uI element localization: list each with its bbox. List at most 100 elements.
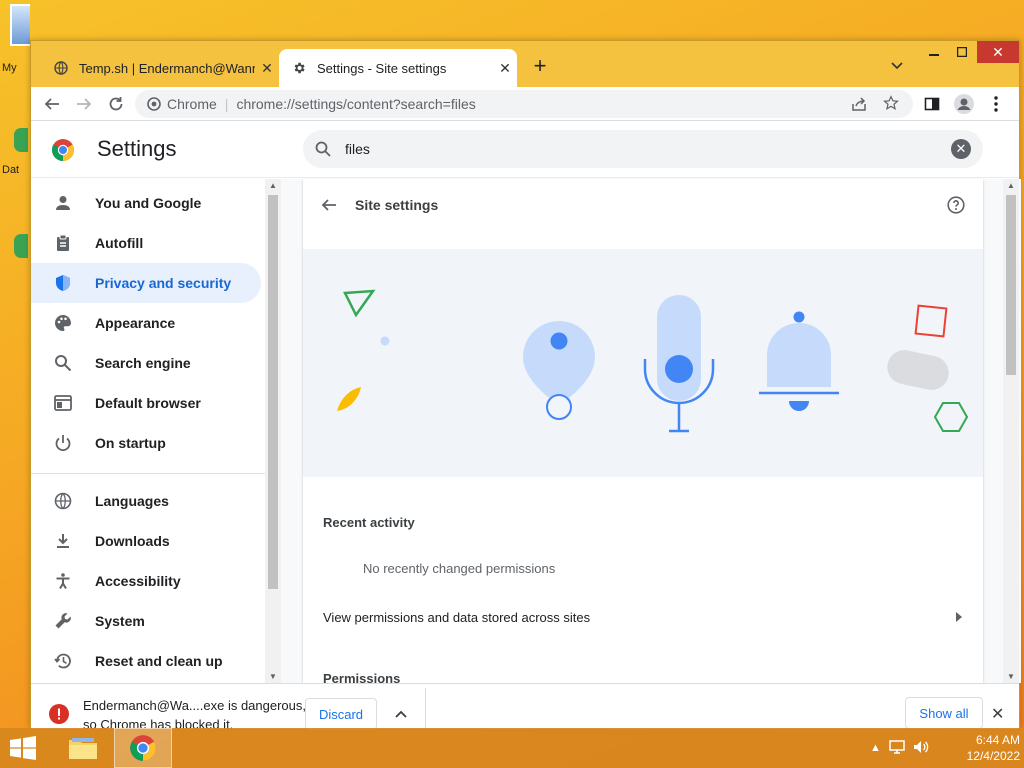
sidebar-item-languages[interactable]: Languages [31,481,261,521]
sidebar-item-label: You and Google [95,195,202,211]
sidebar-item-on-startup[interactable]: On startup [31,423,261,463]
maximize-icon [957,47,967,57]
main-scrollbar[interactable]: ▲ ▼ [1003,179,1019,683]
clear-search-button[interactable]: ✕ [951,139,971,159]
sidebar-item-search-engine[interactable]: Search engine [31,343,261,383]
sidebar-item-label: Downloads [95,533,170,549]
bookmark-star-icon[interactable] [883,95,899,114]
download-shelf: Endermanch@Wa....exe is dangerous, so Ch… [31,683,1019,732]
help-icon[interactable] [947,196,965,214]
accessibility-icon [53,571,73,591]
chrome-menu-button[interactable] [985,93,1007,115]
volume-icon[interactable] [913,740,929,757]
discard-button[interactable]: Discard [305,698,377,730]
site-settings-header: Site settings [303,179,983,231]
side-panel-button[interactable] [921,93,943,115]
view-permissions-label: View permissions and data stored across … [323,609,591,625]
arrow-left-icon [44,98,59,110]
side-panel-icon [924,97,940,111]
tab-title: Settings - Site settings [317,60,447,76]
view-permissions-link[interactable]: View permissions and data stored across … [323,605,963,629]
scroll-down-icon[interactable]: ▼ [1003,672,1019,681]
back-arrow-icon[interactable] [321,197,337,213]
sidebar-item-label: Search engine [95,355,191,371]
sidebar-item-label: Appearance [95,315,176,331]
sidebar-item-system[interactable]: System [31,601,261,641]
download-icon [53,531,73,551]
tab-search-button[interactable] [889,57,905,75]
minimize-button[interactable] [921,41,947,63]
shield-icon [53,273,73,293]
sidebar-item-appearance[interactable]: Appearance [31,303,261,343]
arrow-right-icon [77,98,92,110]
tab-title: Temp.sh | Endermanch@WannaCry [79,60,255,76]
desktop-icon-my-computer[interactable]: My [0,4,30,76]
maximize-button[interactable] [949,41,975,63]
scrollbar-thumb[interactable] [1006,195,1016,375]
minimize-icon [929,54,939,56]
clock[interactable]: 6:44 AM 12/4/2022 [940,732,1020,764]
reload-button[interactable] [105,93,127,115]
scroll-up-icon[interactable]: ▲ [1003,181,1019,190]
show-all-downloads-button[interactable]: Show all [905,697,983,729]
folder-icon [69,738,97,759]
omnibox-scheme-label: Chrome [167,96,217,112]
omnibox-separator: | [224,96,229,112]
settings-sidebar: You and Google Autofill Privacy and secu… [31,179,281,683]
sidebar-item-label: Default browser [95,395,201,411]
warning-icon [49,704,69,729]
search-input[interactable]: files [345,141,951,157]
clipboard-icon [53,233,73,253]
address-bar[interactable]: Chrome | chrome://settings/content?searc… [135,90,913,118]
close-download-bar-button[interactable]: ✕ [991,704,1004,724]
network-icon[interactable] [889,739,905,757]
download-item-divider [425,688,426,728]
chrome-icon [130,735,156,761]
sidebar-item-label: Privacy and security [95,275,232,291]
tab-settings[interactable]: Settings - Site settings ✕ [279,49,517,87]
download-options-button[interactable] [391,704,411,724]
sidebar-item-downloads[interactable]: Downloads [31,521,261,561]
sidebar-item-label: Accessibility [95,573,181,589]
sidebar-item-reset-and-clean-up[interactable]: Reset and clean up [31,641,261,681]
back-button[interactable] [41,93,63,115]
sidebar-scrollbar[interactable]: ▲ ▼ [265,179,281,683]
share-icon[interactable] [851,96,867,115]
sidebar-item-label: On startup [95,435,166,451]
reload-icon [109,97,123,111]
scroll-up-icon[interactable]: ▲ [265,181,281,190]
close-window-button[interactable]: ✕ [977,41,1019,63]
settings-main: Site settings Recent activity No recentl… [281,179,1021,683]
sidebar-item-autofill[interactable]: Autofill [31,223,261,263]
desktop-icon-app[interactable] [0,226,30,296]
sidebar-item-accessibility[interactable]: Accessibility [31,561,261,601]
scroll-down-icon[interactable]: ▼ [265,672,281,681]
close-tab-icon[interactable]: ✕ [255,60,279,77]
sidebar-item-you-and-google[interactable]: You and Google [31,183,261,223]
taskbar-chrome[interactable] [114,728,172,768]
arrow-right-icon [955,612,963,622]
start-button[interactable] [8,736,38,760]
chrome-site-icon[interactable] [147,97,161,111]
no-permissions-text: No recently changed permissions [363,561,556,576]
chrome-logo-icon [52,139,74,161]
system-tray: ▲ [870,728,929,768]
show-hidden-icons-icon[interactable]: ▲ [870,742,881,754]
scrollbar-thumb[interactable] [268,195,278,589]
forward-button[interactable] [73,93,95,115]
taskbar-file-explorer[interactable] [54,728,112,768]
site-settings-card: Site settings Recent activity No recentl… [303,179,983,683]
section-title: Site settings [355,197,439,213]
close-tab-icon[interactable]: ✕ [493,60,517,77]
power-icon [53,433,73,453]
tab-temp-sh[interactable]: Temp.sh | Endermanch@WannaCry ✕ [43,49,279,87]
omnibox-url[interactable]: chrome://settings/content?search=files [236,96,475,112]
new-tab-button[interactable]: + [529,55,551,77]
dot-shape [380,336,390,346]
sidebar-item-default-browser[interactable]: Default browser [31,383,261,423]
desktop-icon-data[interactable]: Dat [0,120,30,180]
settings-search-field[interactable]: files ✕ [303,130,983,168]
more-vertical-icon [994,96,998,112]
profile-avatar[interactable] [953,93,975,115]
sidebar-item-privacy-and-security[interactable]: Privacy and security [31,263,261,303]
